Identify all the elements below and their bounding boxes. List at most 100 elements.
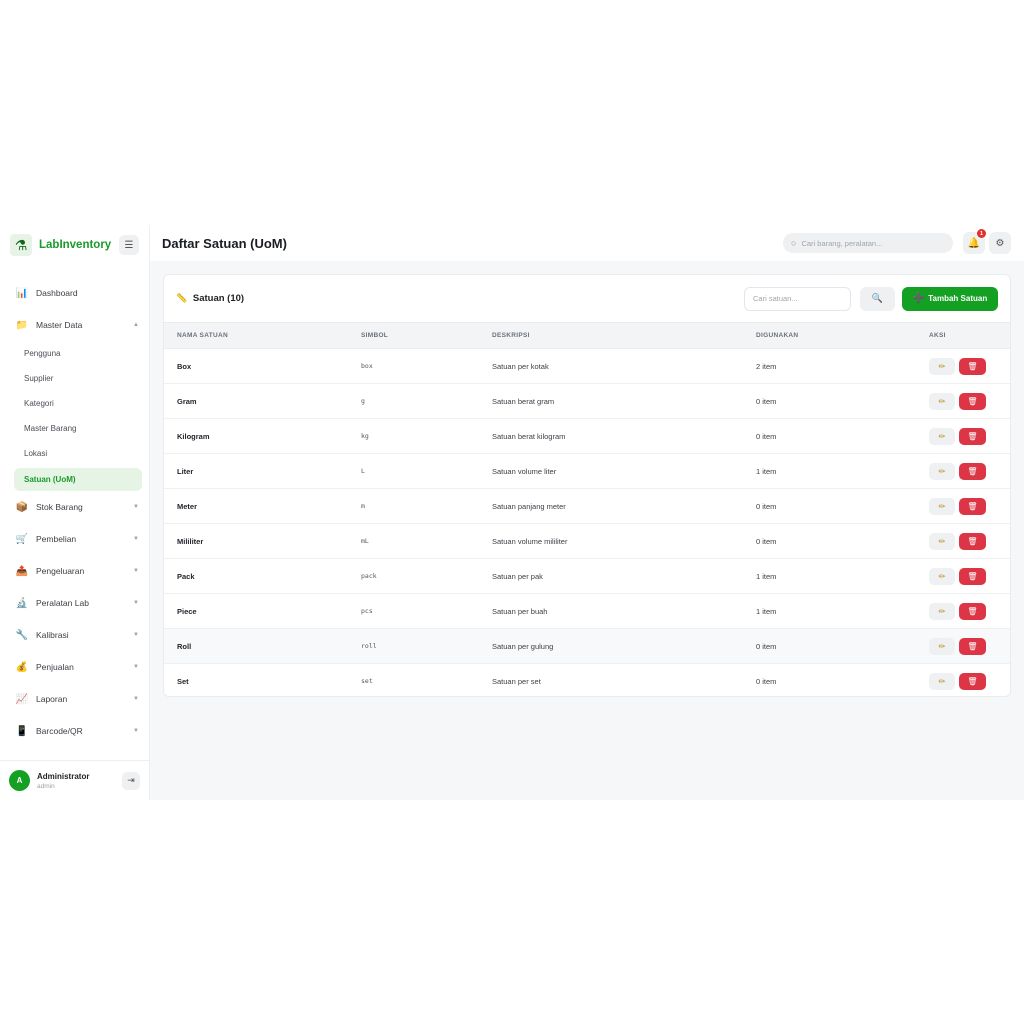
trash-icon: 🗑 — [967, 676, 978, 686]
notification-button[interactable]: 🔔 1 — [963, 229, 986, 254]
sidebar-item-label: Pembelian — [36, 534, 77, 544]
add-uom-label: Tambah Satuan — [928, 294, 988, 303]
column-header[interactable]: DESKRIPSI — [492, 322, 756, 349]
page-title: Daftar Satuan (UoM) — [162, 235, 287, 251]
uom-usage: 1 item — [756, 466, 777, 476]
pencil-icon: ✏ — [938, 606, 946, 616]
edit-button[interactable]: ✏ — [929, 532, 955, 550]
table-row: Liter L Satuan volume liter 1 item ✏ 🗑 — [164, 454, 1010, 489]
pencil-icon: ✏ — [938, 466, 946, 476]
sidebar-item-pengeluaran[interactable]: 📤 Pengeluaran ▼ — [0, 555, 149, 587]
chevron-down-icon: ▼ — [133, 664, 139, 670]
main-content: Daftar Satuan (UoM) ○ Cari barang, peral… — [150, 225, 1024, 800]
global-search-input[interactable]: ○ Cari barang, peralatan... — [783, 233, 953, 253]
sidebar-subitem-pengguna[interactable]: Pengguna — [14, 341, 142, 366]
wrench-icon: 🔧 — [15, 629, 29, 641]
row-actions: ✏ 🗑 — [929, 384, 1010, 419]
table-row: Box box Satuan per kotak 2 item ✏ 🗑 — [164, 349, 1010, 384]
pencil-icon: ✏ — [938, 536, 946, 546]
sidebar-item-label: Stok Barang — [36, 502, 83, 512]
delete-button[interactable]: 🗑 — [959, 497, 986, 515]
row-actions: ✏ 🗑 — [929, 559, 1010, 594]
uom-symbol: L — [361, 467, 365, 475]
sidebar-item-kalibrasi[interactable]: 🔧 Kalibrasi ▼ — [0, 619, 149, 651]
edit-button[interactable]: ✏ — [929, 637, 955, 655]
sidebar-item-label: Laporan — [36, 694, 68, 704]
sidebar-item-label: Master Data — [36, 320, 83, 330]
row-actions: ✏ 🗑 — [929, 489, 1010, 524]
add-uom-button[interactable]: ➕ Tambah Satuan — [902, 286, 998, 311]
delete-button[interactable]: 🗑 — [959, 602, 986, 620]
sidebar-item-barcode-qr[interactable]: 📱 Barcode/QR ▼ — [0, 715, 149, 747]
trash-icon: 🗑 — [967, 641, 978, 651]
sidebar-subitem-kategori[interactable]: Kategori — [14, 391, 142, 416]
uom-name: Meter — [177, 501, 198, 511]
cart-icon: 🛒 — [15, 533, 29, 545]
chevron-down-icon: ▼ — [133, 600, 139, 606]
menu-toggle-icon[interactable]: ☰ — [119, 235, 139, 255]
sidebar-item-label: Pengeluaran — [36, 566, 85, 576]
delete-button[interactable]: 🗑 — [959, 427, 986, 445]
column-header[interactable]: DIGUNAKAN — [756, 322, 929, 349]
phone-icon: 📱 — [15, 725, 29, 737]
settings-button[interactable]: ⚙ — [989, 232, 1011, 254]
box-icon: 📦 — [15, 501, 29, 513]
uom-description: Satuan panjang meter — [492, 501, 566, 511]
search-button[interactable]: 🔍 — [860, 286, 895, 311]
column-header[interactable]: NAMA SATUAN — [164, 322, 361, 349]
chevron-down-icon: ▼ — [133, 568, 139, 574]
sidebar-item-peralatan-lab[interactable]: 🔬 Peralatan Lab ▼ — [0, 587, 149, 619]
search-icon: ○ — [791, 238, 797, 248]
sidebar-item-penjualan[interactable]: 💰 Penjualan ▼ — [0, 651, 149, 683]
delete-button[interactable]: 🗑 — [959, 392, 986, 410]
edit-button[interactable]: ✏ — [929, 567, 955, 585]
microscope-icon: 🔬 — [15, 597, 29, 609]
notification-badge: 1 — [977, 229, 986, 238]
delete-button[interactable]: 🗑 — [959, 637, 986, 655]
edit-button[interactable]: ✏ — [929, 672, 955, 690]
uom-name: Mililiter — [177, 536, 204, 546]
pencil-icon: ✏ — [938, 641, 946, 651]
uom-description: Satuan per pak — [492, 571, 543, 581]
uom-symbol: m — [361, 502, 365, 510]
edit-button[interactable]: ✏ — [929, 602, 955, 620]
trash-icon: 🗑 — [967, 431, 978, 441]
delete-button[interactable]: 🗑 — [959, 357, 986, 375]
sidebar-subitem-satuan[interactable]: Satuan (UoM) — [14, 468, 142, 491]
column-header[interactable]: SIMBOL — [361, 322, 492, 349]
edit-button[interactable]: ✏ — [929, 427, 955, 445]
sidebar-subitem-supplier[interactable]: Supplier — [14, 366, 142, 391]
uom-search-input[interactable]: Cari satuan... — [744, 286, 851, 311]
plus-icon: ➕ — [912, 293, 926, 304]
uom-usage: 0 item — [756, 501, 777, 511]
delete-button[interactable]: 🗑 — [959, 532, 986, 550]
delete-button[interactable]: 🗑 — [959, 567, 986, 585]
sidebar-item-dashboard[interactable]: 📊 Dashboard — [0, 277, 149, 309]
trash-icon: 🗑 — [967, 501, 978, 511]
user-name: Administrator — [37, 771, 90, 781]
uom-description: Satuan volume mililiter — [492, 536, 568, 546]
edit-button[interactable]: ✏ — [929, 462, 955, 480]
edit-button[interactable]: ✏ — [929, 357, 955, 375]
sidebar-subitem-master-barang[interactable]: Master Barang — [14, 416, 142, 441]
sidebar-item-master-data[interactable]: 📁 Master Data ▲ — [0, 309, 149, 341]
sidebar-item-laporan[interactable]: 📈 Laporan ▼ — [0, 683, 149, 715]
trash-icon: 🗑 — [967, 536, 978, 546]
sidebar-item-label: Dashboard — [36, 288, 78, 298]
logout-icon[interactable]: ⇥ — [122, 771, 140, 790]
chevron-down-icon: ▼ — [133, 696, 139, 702]
sidebar-item-stok-barang[interactable]: 📦 Stok Barang ▼ — [0, 491, 149, 523]
chevron-down-icon: ▼ — [133, 632, 139, 638]
sidebar: ⚗ LabInventory ☰ 📊 Dashboard 📁 Master Da… — [0, 225, 150, 800]
uom-name: Gram — [177, 396, 197, 406]
sidebar-subitem-lokasi[interactable]: Lokasi — [14, 441, 142, 466]
edit-button[interactable]: ✏ — [929, 497, 955, 515]
trash-icon: 🗑 — [967, 466, 978, 476]
sidebar-item-pembelian[interactable]: 🛒 Pembelian ▼ — [0, 523, 149, 555]
bell-icon: 🔔 — [967, 237, 981, 249]
row-actions: ✏ 🗑 — [929, 594, 1010, 629]
edit-button[interactable]: ✏ — [929, 392, 955, 410]
delete-button[interactable]: 🗑 — [959, 462, 986, 480]
card-title-text: Satuan (10) — [192, 293, 245, 304]
delete-button[interactable]: 🗑 — [959, 672, 986, 690]
